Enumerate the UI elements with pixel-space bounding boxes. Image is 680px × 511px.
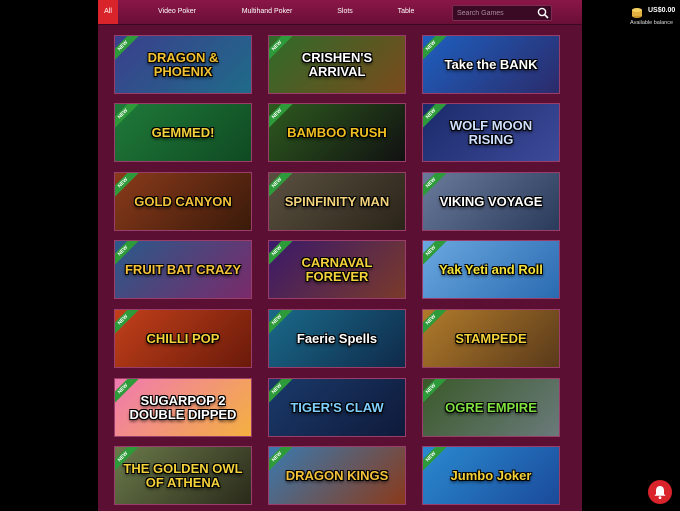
balance-widget[interactable]: US$0.00 Available balance [622,4,680,28]
tab-multihand-poker[interactable]: Multihand Poker [234,0,300,24]
game-title: CRISHEN'S ARRIVAL [301,49,373,79]
game-tile[interactable]: VIKING VOYAGE NEW [422,172,560,231]
top-navigation: All Video Poker Multihand Poker Slots Ta… [98,0,582,25]
game-tile[interactable]: Jumbo Joker NEW [422,446,560,505]
game-tile[interactable]: BAMBOO RUSH NEW [268,103,406,162]
game-title: SPINFINITY MAN [284,193,390,209]
balance-amount: US$0.00 [648,7,676,14]
game-tile[interactable]: SPINFINITY MAN NEW [268,172,406,231]
tab-all[interactable]: All [98,0,118,24]
game-title: CARNAVAL FOREVER [301,254,373,284]
game-tile[interactable]: SUGARPOP 2 DOUBLE DIPPED NEW [114,378,252,437]
game-title: DRAGON & PHOENIX [147,49,219,79]
notification-bell-icon[interactable] [648,480,672,504]
game-tile[interactable]: GOLD CANYON NEW [114,172,252,231]
game-title: GOLD CANYON [134,193,232,209]
game-title: Yak Yeti and Roll [439,261,543,277]
game-title: FRUIT BAT CRAZY [124,261,242,277]
game-tile[interactable]: TIGER'S CLAW NEW [268,378,406,437]
game-tile[interactable]: OGRE EMPIRE NEW [422,378,560,437]
game-title: WOLF MOON RISING [449,117,533,147]
game-tile[interactable]: CHILLI POP NEW [114,309,252,368]
game-tile[interactable]: Yak Yeti and Roll NEW [422,240,560,299]
coins-icon [630,5,644,19]
tab-video-poker[interactable]: Video Poker [150,0,204,24]
game-tile[interactable]: FRUIT BAT CRAZY NEW [114,240,252,299]
game-title: Take the BANK [444,56,538,72]
game-title: TIGER'S CLAW [290,399,384,415]
game-tile[interactable]: Take the BANK NEW [422,35,560,94]
game-title: GEMMED! [151,124,215,140]
game-tile[interactable]: GEMMED! NEW [114,103,252,162]
game-title: BAMBOO RUSH [287,124,387,140]
search-input[interactable] [453,6,531,20]
search-box [452,5,552,21]
game-title: THE GOLDEN OWL OF ATHENA [123,460,243,490]
game-tile[interactable]: STAMPEDE NEW [422,309,560,368]
game-tile[interactable]: WOLF MOON RISING NEW [422,103,560,162]
game-tile[interactable]: Faerie Spells NEW [268,309,406,368]
game-title: SUGARPOP 2 DOUBLE DIPPED [129,392,237,422]
game-tile[interactable]: CRISHEN'S ARRIVAL NEW [268,35,406,94]
game-tile[interactable]: DRAGON KINGS NEW [268,446,406,505]
game-tile[interactable]: DRAGON & PHOENIX NEW [114,35,252,94]
game-title: VIKING VOYAGE [439,193,543,209]
game-title: STAMPEDE [455,330,527,346]
game-title: DRAGON KINGS [285,467,389,483]
tab-slots[interactable]: Slots [332,0,358,24]
game-title: CHILLI POP [146,330,220,346]
game-tile[interactable]: THE GOLDEN OWL OF ATHENA NEW [114,446,252,505]
game-title: Jumbo Joker [450,467,532,483]
game-title: Faerie Spells [296,330,378,346]
balance-label: Available balance [630,20,674,26]
search-icon[interactable] [536,6,550,20]
tab-table[interactable]: Table [392,0,420,24]
game-tile[interactable]: CARNAVAL FOREVER NEW [268,240,406,299]
game-title: OGRE EMPIRE [445,399,537,415]
